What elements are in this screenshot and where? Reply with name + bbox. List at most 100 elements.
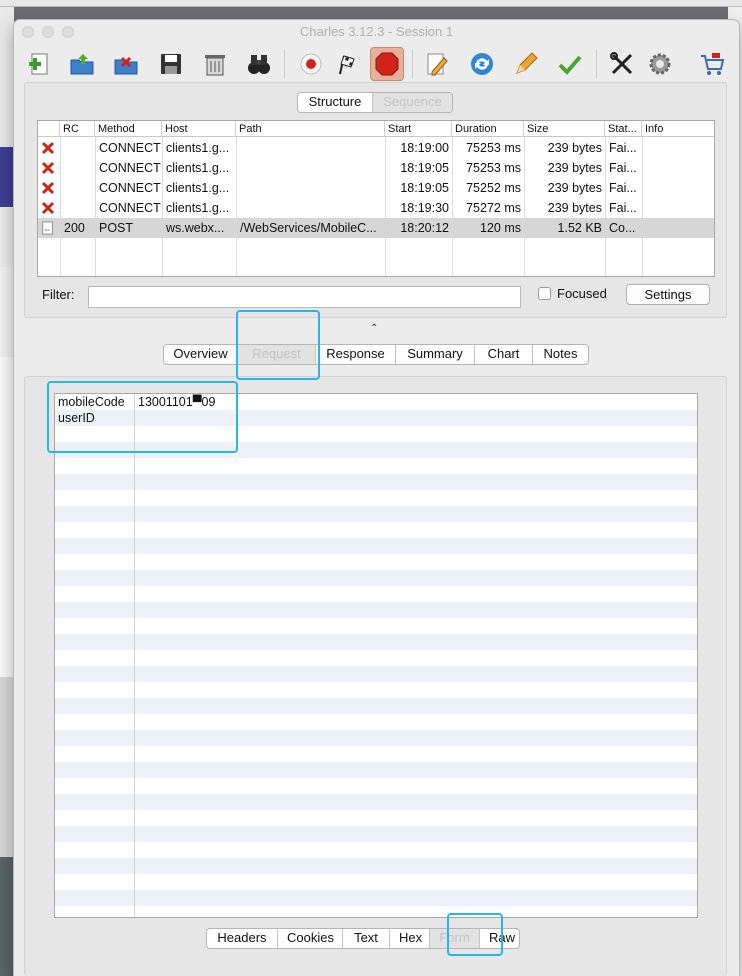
column-header-method[interactable]: Method — [95, 121, 162, 137]
focused-checkbox[interactable] — [538, 287, 551, 300]
cell-start: 18:19:00 — [400, 141, 449, 155]
table-row[interactable]: CONNECT clients1.g... 18:19:00 75253 ms … — [38, 138, 714, 158]
cell-size: 239 bytes — [547, 161, 602, 175]
splitter-handle-icon[interactable]: ⌃ — [370, 323, 378, 334]
settings-button[interactable]: Settings — [626, 284, 710, 305]
validate-icon[interactable] — [554, 48, 586, 80]
cell-host: clients1.g... — [166, 181, 230, 195]
form-stripe — [55, 666, 697, 682]
table-row-selected[interactable]: <> 200 POST ws.webx... /WebServices/Mobi… — [38, 218, 714, 238]
tab-response[interactable]: Response — [316, 345, 396, 364]
form-stripe — [55, 746, 697, 762]
column-header-start[interactable]: Start — [385, 121, 452, 137]
cell-host: clients1.g... — [166, 161, 230, 175]
cell-info — [642, 138, 714, 158]
table-row[interactable]: CONNECT clients1.g... 18:19:05 75252 ms … — [38, 178, 714, 198]
form-stripe — [55, 762, 697, 778]
cell-status: Fai... — [609, 181, 637, 195]
tools-icon[interactable] — [606, 48, 638, 80]
shop-icon[interactable] — [696, 48, 728, 80]
column-header-path[interactable]: Path — [236, 121, 385, 137]
save-session-icon[interactable] — [155, 48, 187, 80]
breakpoints-icon[interactable] — [370, 47, 404, 81]
cell-status: Fai... — [609, 201, 637, 215]
close-window-button[interactable] — [22, 26, 34, 38]
form-stripe — [55, 490, 697, 506]
open-session-icon[interactable] — [66, 48, 98, 80]
column-header-size[interactable]: Size — [524, 121, 605, 137]
toolbar-separator — [284, 50, 285, 78]
form-stripe — [55, 682, 697, 698]
form-stripe — [55, 698, 697, 714]
record-icon[interactable] — [295, 48, 327, 80]
tab-overview[interactable]: Overview — [164, 345, 238, 364]
settings-icon[interactable] — [644, 48, 676, 80]
column-header-info[interactable]: Info — [642, 121, 714, 137]
tab-cookies[interactable]: Cookies — [278, 929, 343, 948]
cell-method: CONNECT — [99, 161, 161, 175]
background-app-sliver — [0, 357, 14, 677]
clear-session-icon[interactable] — [199, 48, 231, 80]
cell-size: 239 bytes — [547, 201, 602, 215]
tab-headers[interactable]: Headers — [207, 929, 278, 948]
main-toolbar — [14, 44, 739, 84]
cell-method: CONNECT — [99, 141, 161, 155]
tab-hex[interactable]: Hex — [390, 929, 430, 948]
filter-input[interactable] — [88, 286, 521, 308]
error-x-icon — [38, 178, 60, 198]
zoom-window-button[interactable] — [62, 26, 74, 38]
cell-size: 239 bytes — [547, 141, 602, 155]
minimize-window-button[interactable] — [42, 26, 54, 38]
form-stripe — [55, 618, 697, 634]
throttle-icon[interactable] — [332, 48, 364, 80]
column-header-status[interactable]: Stat... — [605, 121, 642, 137]
tab-text[interactable]: Text — [343, 929, 390, 948]
form-column-divider — [134, 394, 135, 917]
focused-label: Focused — [557, 286, 607, 301]
window-title: Charles 3.12.3 - Session 1 — [299, 24, 454, 39]
new-session-icon[interactable] — [24, 48, 56, 80]
tab-summary[interactable]: Summary — [396, 345, 475, 364]
charles-window: Charles 3.12.3 - Session 1 Structure Seq… — [14, 20, 739, 976]
tab-notes[interactable]: Notes — [533, 345, 588, 364]
column-header-host[interactable]: Host — [162, 121, 236, 137]
form-stripe — [55, 730, 697, 746]
form-stripe — [55, 874, 697, 890]
cell-method: POST — [99, 221, 134, 235]
cell-start: 18:19:05 — [400, 161, 449, 175]
error-x-icon — [38, 198, 60, 218]
cell-start: 18:19:05 — [400, 181, 449, 195]
macos-menubar — [0, 0, 742, 7]
find-icon[interactable] — [243, 48, 275, 80]
form-stripe — [55, 778, 697, 794]
cell-size: 239 bytes — [547, 181, 602, 195]
document-icon: <> — [38, 218, 60, 238]
form-stripe — [55, 586, 697, 602]
background-app-sliver — [0, 857, 14, 976]
cell-start: 18:20:12 — [400, 221, 449, 235]
column-header-icon[interactable] — [38, 121, 60, 137]
form-stripe — [55, 602, 697, 618]
cell-status: Fai... — [609, 161, 637, 175]
repeat-icon[interactable] — [466, 48, 498, 80]
form-stripe — [55, 858, 697, 874]
close-session-icon[interactable] — [110, 48, 142, 80]
cell-path: /WebServices/MobileC... — [240, 221, 377, 235]
detail-tabs: Overview Request Response Summary Chart … — [163, 344, 589, 365]
cell-duration: 75272 ms — [466, 201, 521, 215]
form-stripe — [55, 634, 697, 650]
form-stripe — [55, 842, 697, 858]
compose-icon[interactable] — [421, 48, 453, 80]
tab-structure[interactable]: Structure — [298, 93, 373, 112]
tab-sequence[interactable]: Sequence — [373, 93, 452, 112]
column-header-rc[interactable]: RC — [60, 121, 95, 137]
background-app-sliver — [0, 267, 14, 357]
column-header-duration[interactable]: Duration — [452, 121, 524, 137]
form-table: mobileCode 13001101▀09 userID — [54, 393, 698, 918]
tab-chart[interactable]: Chart — [475, 345, 533, 364]
edit-icon[interactable] — [510, 48, 542, 80]
table-row[interactable]: CONNECT clients1.g... 18:19:30 75272 ms … — [38, 198, 714, 218]
cell-rc: 200 — [64, 221, 85, 235]
form-stripe — [55, 810, 697, 826]
table-row[interactable]: CONNECT clients1.g... 18:19:05 75253 ms … — [38, 158, 714, 178]
